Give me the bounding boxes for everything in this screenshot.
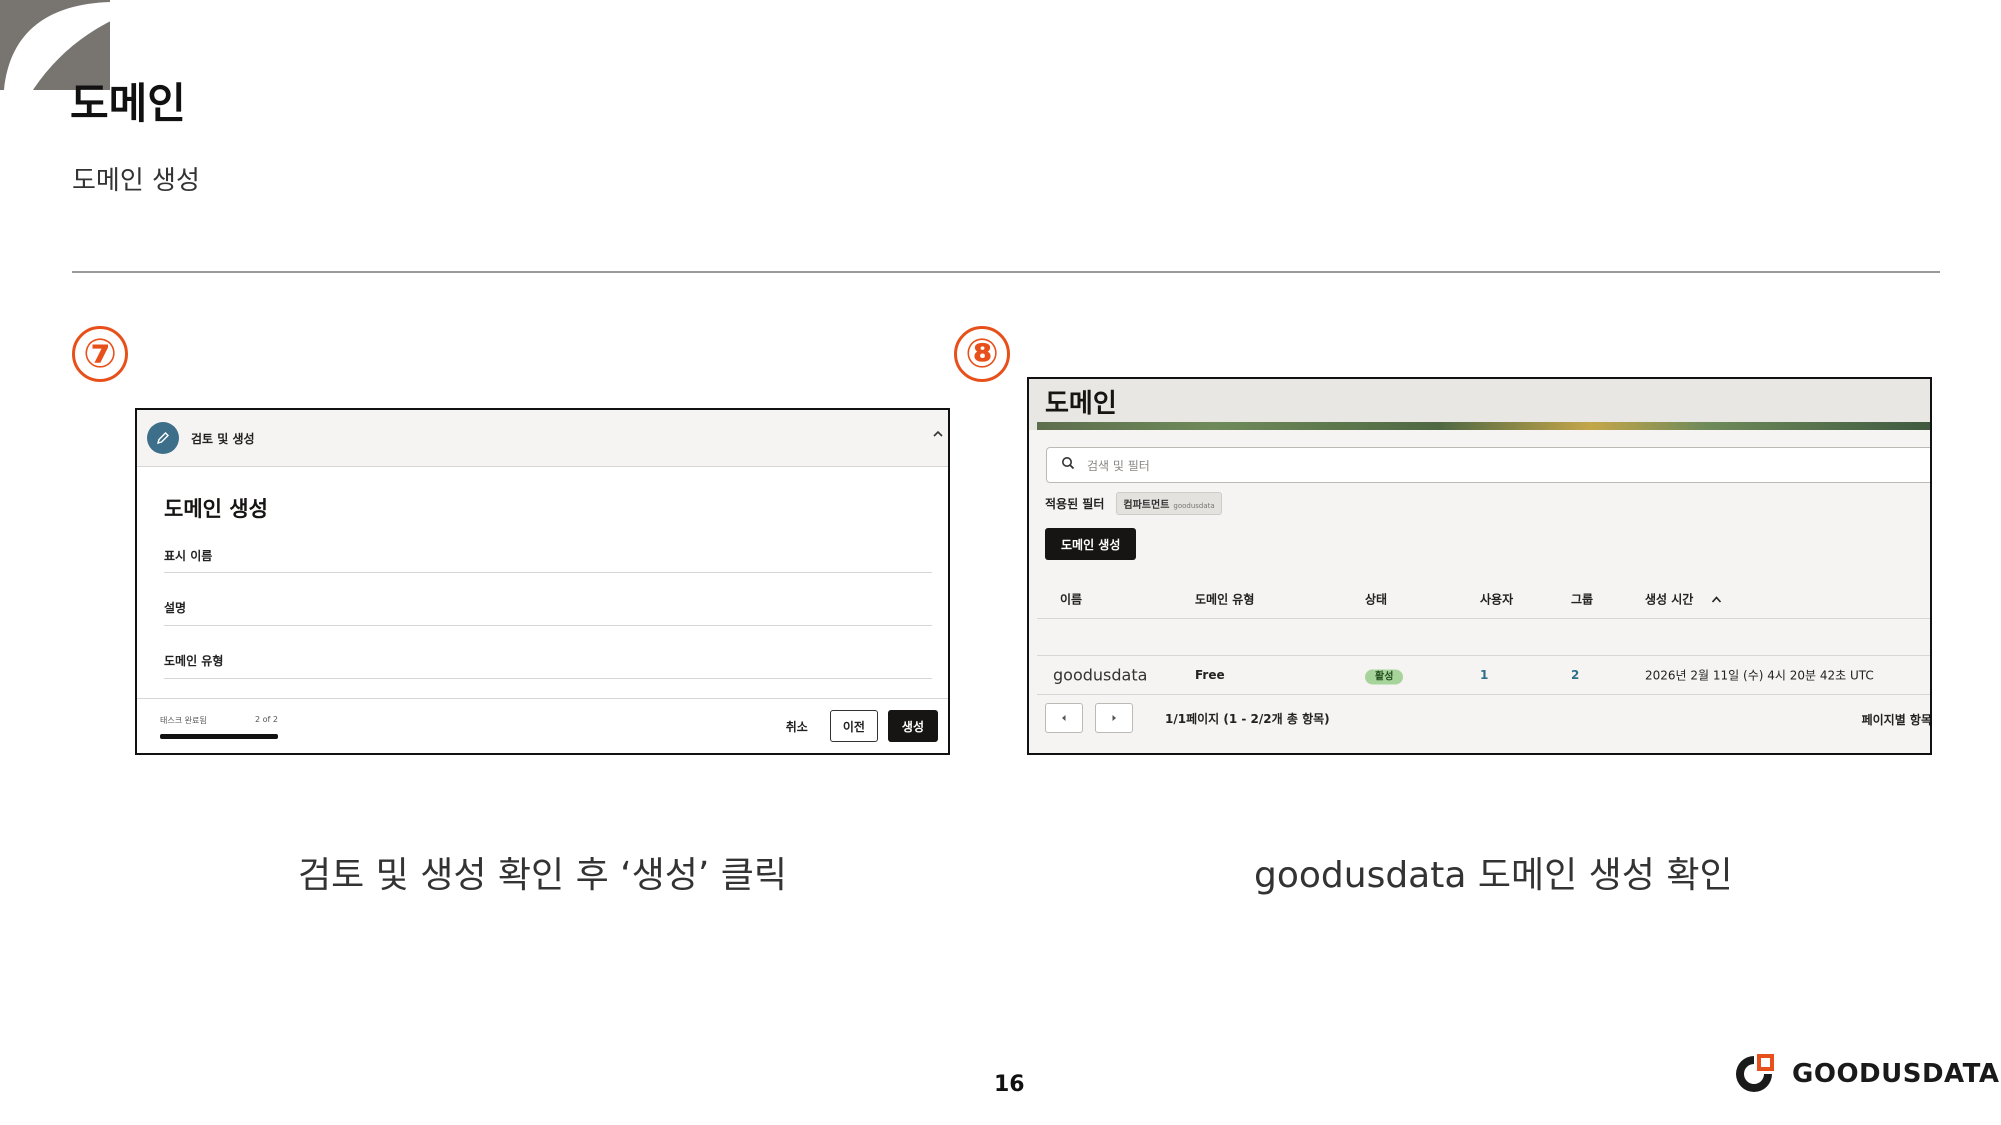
field-label: 도메인 유형 (164, 654, 224, 668)
header-banner-image (1037, 422, 1930, 430)
search-icon (1061, 456, 1075, 474)
column-header-groups[interactable]: 그룹 (1571, 590, 1593, 607)
company-logo: GOODUSDATA (1730, 1050, 2000, 1098)
caret-right-icon (1112, 715, 1116, 721)
domain-list-header: 도메인 (1029, 379, 1930, 430)
sort-ascending-icon[interactable] (1707, 593, 1722, 606)
filter-chip-value: goodusdata (1173, 502, 1215, 510)
applied-filters: 적용된 필터 컴파트먼트 goodusdata (1045, 492, 1222, 515)
step-7-badge: ⑦ (72, 326, 128, 382)
column-header-users[interactable]: 사용자 (1480, 590, 1513, 607)
step-7-caption: 검토 및 생성 확인 후 ‘생성’ 클릭 (298, 855, 787, 896)
status-cell: 활성 (1365, 668, 1404, 685)
step-8-caption: goodusdata 도메인 생성 확인 (1254, 855, 1733, 896)
column-header-created-label: 생성 시간 (1645, 592, 1694, 606)
review-body: 도메인 생성 표시 이름 설명 도메인 유형 (137, 467, 948, 679)
per-page-selector[interactable]: 페이지별 항목 (1862, 711, 1930, 728)
field-description: 설명 (164, 573, 932, 626)
pagination-status: 1/1페이지 (1 - 2/2개 총 항목) (1165, 711, 1330, 726)
table-spacer-row (1037, 619, 1930, 656)
next-page-button[interactable] (1095, 703, 1133, 733)
table-row: goodusdata Free 활성 1 2 2026년 2월 11일 (수) … (1037, 656, 1930, 695)
users-count-link[interactable]: 1 (1480, 668, 1488, 682)
goodusdata-logo-icon (1736, 1054, 1774, 1092)
step-8-badge: ⑧ (954, 326, 1010, 382)
column-header-status[interactable]: 상태 (1365, 590, 1387, 607)
field-domain-type: 도메인 유형 (164, 626, 932, 679)
table-header-row: 이름 도메인 유형 상태 사용자 그룹 생성 시간 (1037, 579, 1930, 619)
review-section-label: 검토 및 생성 (191, 431, 255, 446)
column-header-type[interactable]: 도메인 유형 (1195, 590, 1254, 607)
filter-chip-label: 컴파트먼트 (1123, 500, 1170, 511)
task-progress-label: 태스크 완료됨 (160, 716, 207, 725)
task-progress: 태스크 완료됨 2 of 2 (160, 715, 278, 739)
task-progress-bar (160, 734, 278, 739)
create-button[interactable]: 생성 (887, 710, 938, 742)
logo-text: GOODUSDATA (1792, 1059, 2000, 1089)
search-placeholder: 검색 및 필터 (1087, 458, 1150, 473)
applied-filters-label: 적용된 필터 (1045, 497, 1105, 511)
domain-table: 이름 도메인 유형 상태 사용자 그룹 생성 시간 goodusdata Fre… (1037, 579, 1930, 695)
search-input[interactable]: 검색 및 필터 (1046, 447, 1930, 483)
domain-list-title: 도메인 (1045, 389, 1117, 419)
task-progress-count: 2 of 2 (255, 715, 278, 724)
filter-chip-compartment[interactable]: 컴파트먼트 goodusdata (1116, 492, 1222, 515)
review-section-header[interactable]: 검토 및 생성 (137, 410, 948, 467)
field-label: 표시 이름 (164, 549, 213, 563)
column-header-created[interactable]: 생성 시간 (1645, 590, 1722, 607)
domain-list-screenshot: 도메인 검색 및 필터 적용된 필터 컴파트먼트 goodusdata 도메인 생… (1027, 377, 1932, 755)
pencil-icon (147, 422, 179, 454)
previous-page-button[interactable] (1045, 703, 1083, 733)
status-badge: 활성 (1365, 669, 1404, 685)
field-display-name: 표시 이름 (164, 543, 932, 573)
column-header-name[interactable]: 이름 (1060, 590, 1082, 607)
caret-left-icon (1062, 715, 1066, 721)
review-create-screenshot: 검토 및 생성 도메인 생성 표시 이름 설명 도메인 유형 태스크 완료됨 2… (135, 408, 950, 755)
review-footer: 태스크 완료됨 2 of 2 취소 이전 생성 (137, 698, 948, 753)
pagination: 1/1페이지 (1 - 2/2개 총 항목) (1045, 703, 1330, 733)
cancel-button[interactable]: 취소 (774, 718, 820, 735)
field-label: 설명 (164, 601, 187, 615)
header-divider (72, 271, 1940, 273)
domain-type-cell: Free (1195, 668, 1225, 682)
page-subtitle: 도메인 생성 (72, 166, 200, 196)
page-title: 도메인 (70, 79, 186, 128)
review-heading: 도메인 생성 (164, 497, 268, 521)
page-number: 16 (994, 1072, 1025, 1097)
previous-button[interactable]: 이전 (829, 710, 878, 742)
chevron-up-icon[interactable] (932, 424, 944, 443)
created-time-cell: 2026년 2월 11일 (수) 4시 20분 42초 UTC (1645, 668, 1874, 683)
domain-name-cell[interactable]: goodusdata (1053, 666, 1147, 685)
groups-count-link[interactable]: 2 (1571, 668, 1579, 682)
create-domain-button[interactable]: 도메인 생성 (1045, 528, 1137, 560)
